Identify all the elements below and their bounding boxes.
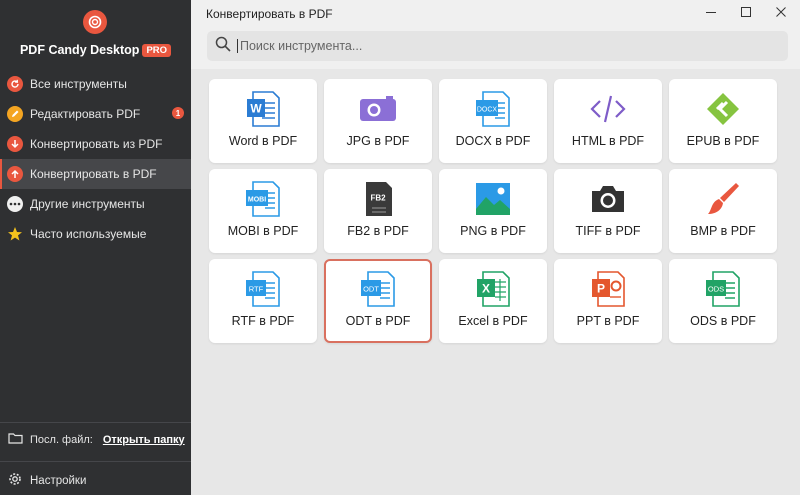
svg-text:MOBI: MOBI <box>248 197 266 204</box>
mobi-doc-icon: MOBI <box>243 181 283 217</box>
last-file-row: Посл. файл: Открыть папку <box>8 432 185 447</box>
sidebar-item-edit-pdf[interactable]: Редактировать PDF 1 <box>0 99 191 129</box>
sidebar-item-label: Редактировать PDF <box>30 107 141 121</box>
svg-text:ODS: ODS <box>708 285 724 294</box>
tool-png-to-pdf[interactable]: PNG в PDF <box>439 169 547 253</box>
svg-text:ODT: ODT <box>363 285 379 294</box>
tool-docx-to-pdf[interactable]: DOCX DOCX в PDF <box>439 79 547 163</box>
sidebar-item-label: Другие инструменты <box>30 197 145 211</box>
arrow-up-icon <box>7 166 23 182</box>
svg-text:DOCX: DOCX <box>477 107 498 114</box>
search-icon <box>215 36 231 57</box>
app-title: PDF Candy Desktop PRO <box>0 43 191 57</box>
svg-text:P: P <box>597 282 605 296</box>
candy-logo-icon <box>83 10 107 34</box>
tool-label: EPUB в PDF <box>686 134 760 148</box>
tool-mobi-to-pdf[interactable]: MOBI MOBI в PDF <box>209 169 317 253</box>
tool-label: PNG в PDF <box>460 224 526 238</box>
svg-text:W: W <box>250 102 262 116</box>
arrow-down-icon <box>7 136 23 152</box>
tool-label: HTML в PDF <box>571 134 645 148</box>
code-icon <box>588 91 628 127</box>
svg-text:X: X <box>482 282 490 296</box>
photo-camera-icon <box>588 181 628 217</box>
tool-ods-to-pdf[interactable]: ODS ODS в PDF <box>669 259 777 343</box>
docx-doc-icon: DOCX <box>473 91 513 127</box>
search-input[interactable] <box>237 39 757 53</box>
window-title: Конвертировать в PDF <box>206 7 333 21</box>
divider <box>0 422 191 423</box>
sidebar-item-label: Часто используемые <box>30 227 147 241</box>
tool-epub-to-pdf[interactable]: EPUB в PDF <box>669 79 777 163</box>
open-folder-link[interactable]: Открыть папку <box>103 434 185 446</box>
image-icon <box>473 181 513 217</box>
tool-label: DOCX в PDF <box>455 134 531 148</box>
maximize-button[interactable] <box>734 3 758 21</box>
ppt-icon: P <box>588 271 628 307</box>
fb2-doc-icon: FB2 <box>358 181 398 217</box>
word-doc-icon: W <box>243 91 283 127</box>
tool-excel-to-pdf[interactable]: X Excel в PDF <box>439 259 547 343</box>
tool-label: RTF в PDF <box>231 314 295 328</box>
tool-jpg-to-pdf[interactable]: JPG в PDF <box>324 79 432 163</box>
sidebar-item-frequently-used[interactable]: Часто используемые <box>0 219 191 249</box>
tool-rtf-to-pdf[interactable]: RTF RTF в PDF <box>209 259 317 343</box>
last-file-label: Посл. файл: <box>30 433 93 446</box>
tool-bmp-to-pdf[interactable]: BMP в PDF <box>669 169 777 253</box>
tool-odt-to-pdf[interactable]: ODT ODT в PDF <box>324 259 432 343</box>
camera-icon <box>358 91 398 127</box>
pro-badge: PRO <box>142 44 172 57</box>
sidebar-item-all-tools[interactable]: Все инструменты <box>0 69 191 99</box>
tool-fb2-to-pdf[interactable]: FB2 FB2 в PDF <box>324 169 432 253</box>
settings-label: Настройки <box>30 474 87 487</box>
sidebar-item-label: Конвертировать из PDF <box>30 137 163 151</box>
rtf-doc-icon: RTF <box>243 271 283 307</box>
search-bar <box>207 31 788 61</box>
notification-badge: 1 <box>172 107 184 119</box>
sidebar-nav: Все инструменты Редактировать PDF 1 Конв… <box>0 69 191 249</box>
edit-icon <box>7 106 23 122</box>
svg-text:RTF: RTF <box>249 285 264 294</box>
brush-icon <box>703 181 743 217</box>
tool-label: TIFF в PDF <box>575 224 641 238</box>
sidebar-item-convert-from-pdf[interactable]: Конвертировать из PDF <box>0 129 191 159</box>
sidebar-item-label: Все инструменты <box>30 77 127 91</box>
minimize-button[interactable] <box>699 3 723 21</box>
tool-html-to-pdf[interactable]: HTML в PDF <box>554 79 662 163</box>
tool-label: PPT в PDF <box>576 314 640 328</box>
excel-icon: X <box>473 271 513 307</box>
tool-tiff-to-pdf[interactable]: TIFF в PDF <box>554 169 662 253</box>
gear-icon <box>8 472 22 489</box>
sidebar-item-convert-to-pdf[interactable]: Конвертировать в PDF <box>0 159 191 189</box>
tool-ppt-to-pdf[interactable]: P PPT в PDF <box>554 259 662 343</box>
tool-word-to-pdf[interactable]: W Word в PDF <box>209 79 317 163</box>
divider <box>0 461 191 462</box>
sidebar-item-label: Конвертировать в PDF <box>30 167 157 181</box>
sidebar: PDF Candy Desktop PRO Все инструменты Ред… <box>0 0 191 495</box>
star-icon <box>7 226 23 242</box>
svg-text:FB2: FB2 <box>370 194 386 203</box>
folder-icon <box>8 432 23 447</box>
tool-label: ODS в PDF <box>690 314 756 328</box>
tool-label: Excel в PDF <box>458 314 528 328</box>
sidebar-item-other-tools[interactable]: Другие инструменты <box>0 189 191 219</box>
tool-label: MOBI в PDF <box>227 224 299 238</box>
close-button[interactable] <box>769 3 793 21</box>
settings-button[interactable]: Настройки <box>8 472 86 489</box>
tool-label: Word в PDF <box>228 134 298 148</box>
tool-label: BMP в PDF <box>690 224 756 238</box>
epub-icon <box>703 91 743 127</box>
tools-grid: W Word в PDF JPG в PDF DOCX DOCX в PDF H… <box>209 79 777 343</box>
tool-label: JPG в PDF <box>346 134 410 148</box>
main-panel: Конвертировать в PDF W Word в PDF <box>191 0 800 495</box>
tools-area: W Word в PDF JPG в PDF DOCX DOCX в PDF H… <box>191 69 800 495</box>
more-icon <box>7 196 23 212</box>
odt-doc-icon: ODT <box>358 271 398 307</box>
refresh-icon <box>7 76 23 92</box>
tool-label: FB2 в PDF <box>347 224 409 238</box>
tool-label: ODT в PDF <box>345 314 411 328</box>
ods-doc-icon: ODS <box>703 271 743 307</box>
